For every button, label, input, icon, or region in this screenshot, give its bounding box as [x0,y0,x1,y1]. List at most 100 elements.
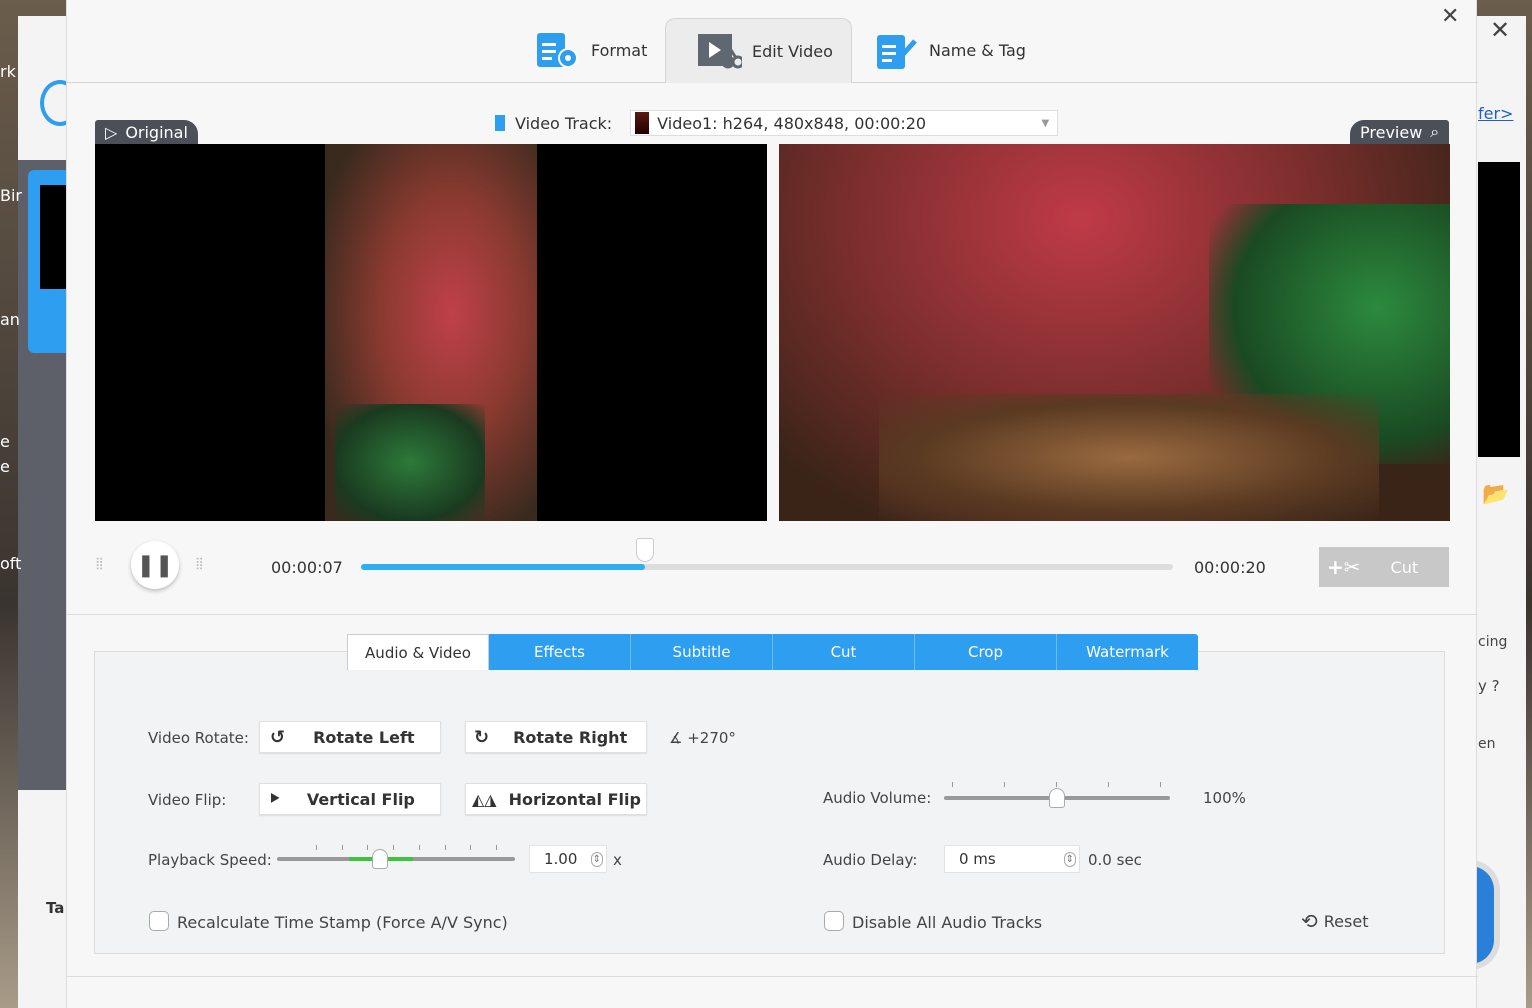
slider-tick [1108,782,1109,787]
audio-volume-label: Audio Volume: [823,789,932,807]
rotation-value: ∡ +270° [669,729,736,747]
cut-button[interactable]: +✂ Cut [1319,547,1449,587]
tab-name-tag[interactable]: Name & Tag [875,18,1026,83]
reset-label: Reset [1323,911,1369,931]
tab-watermark[interactable]: Watermark [1057,634,1198,670]
rotate-right-icon: ↻ [474,726,490,748]
video-rotate-label: Video Rotate: [148,729,249,747]
video-track-value: Video1: h264, 480x848, 00:00:20 [657,113,927,133]
tab-label: Subtitle [672,643,731,661]
divider [67,976,1478,977]
audio-delay-input[interactable]: 0 ms ⇕ [944,845,1080,873]
disable-audio-checkbox[interactable] [824,911,844,931]
slider-tick [393,845,395,850]
video-track-select[interactable]: Video1: h264, 480x848, 00:00:20 ▼ [630,110,1059,136]
speed-slider-handle[interactable] [372,849,388,869]
track-thumbnail [635,112,650,134]
tab-label: Name & Tag [929,41,1026,60]
bg-text: rk [0,62,16,81]
tab-label: Effects [534,643,585,661]
tab-crop[interactable]: Crop [915,634,1057,670]
seek-progress [361,564,646,570]
seek-handle[interactable] [636,538,655,562]
bg-text: Bir [0,186,22,205]
tab-cut[interactable]: Cut [773,634,915,670]
reset-history-icon: ⟲ [1301,909,1318,933]
playback-speed-input[interactable]: 1.00 ⇕ [529,845,607,873]
current-time: 00:00:07 [271,558,343,577]
bg-text: an [0,310,20,329]
spinner-icon[interactable]: ⇕ [590,851,603,867]
rotate-right-button[interactable]: ↻ Rotate Right [465,721,647,753]
audio-delay-label: Audio Delay: [823,851,918,869]
angle-icon: ∡ [669,729,688,747]
vertical-flip-button[interactable]: ⯈ Vertical Flip [259,783,441,815]
bg-text: e [0,432,10,451]
spinner-icon[interactable]: ⇕ [1063,851,1076,867]
speed-unit: x [613,851,622,869]
add-scissors-icon: +✂ [1327,555,1361,579]
bg-close-icon[interactable]: ✕ [1490,16,1510,44]
prev-frame-icon[interactable]: ⣿ [95,556,104,570]
horizontal-flip-icon: ◭◮ [472,789,497,809]
preview-label: Preview [1360,122,1423,142]
divider [67,614,1478,615]
edit-dialog: ✕ Format Edit Video Name & Tag Video Tra… [66,0,1478,1008]
search-icon: ⌕ [1430,122,1440,141]
button-label: Horizontal Flip [508,789,641,809]
tab-effects[interactable]: Effects [489,634,631,670]
recalc-timestamp-checkbox[interactable] [149,911,169,931]
video-track-label: Video Track: [515,113,613,133]
close-icon[interactable]: ✕ [1441,4,1459,29]
tab-subtitle[interactable]: Subtitle [631,634,773,670]
video-track-row: Video Track: Video1: h264, 480x848, 00:0… [495,110,1059,136]
disable-audio-label: Disable All Audio Tracks [852,913,1043,932]
background-thumbnail [28,170,66,353]
rotate-left-button[interactable]: ↺ Rotate Left [259,721,441,753]
total-time: 00:00:20 [1194,558,1266,577]
rotation-text: +270° [687,729,736,747]
button-label: Vertical Flip [306,789,415,809]
video-track-icon [495,115,505,131]
slider-tick [1056,782,1057,787]
audio-delay-value: 0 ms [959,850,996,868]
bg-text: e [0,457,10,476]
pause-button[interactable]: ❚❚ [131,541,179,589]
seek-bar[interactable] [361,564,1173,570]
slider-tick [496,845,497,850]
button-label: Rotate Left [313,727,415,747]
rotate-left-icon: ↺ [270,726,286,748]
tab-edit-video[interactable]: Edit Video [665,18,852,83]
slider-tick [1004,782,1005,787]
tab-label: Audio & Video [365,643,471,662]
reset-button[interactable]: ⟲ Reset [1301,909,1368,933]
vertical-flip-icon: ⯈ [268,789,281,808]
pause-icon: ❚❚ [136,552,174,578]
slider-tick [444,845,446,850]
edit-pen-icon [877,34,917,69]
playback-speed-slider[interactable] [277,857,515,861]
recalc-timestamp-label: Recalculate Time Stamp (Force A/V Sync) [177,913,508,932]
original-label: Original [125,122,188,142]
bg-text: Ta [46,899,65,917]
bg-text: y ? [1478,677,1500,695]
tab-label: Watermark [1086,643,1169,661]
tab-audio-video[interactable]: Audio & Video [347,634,489,670]
offer-link[interactable]: fer> [1478,104,1513,123]
slider-tick [316,845,317,850]
button-label: Rotate Right [513,727,628,747]
play-outline-icon: ▷ [105,122,118,142]
chevron-down-icon: ▼ [1041,117,1050,129]
slider-tick [367,845,369,850]
horizontal-flip-button[interactable]: ◭◮ Horizontal Flip [465,783,647,815]
tab-format[interactable]: Format [535,18,647,83]
preview-tag[interactable]: Preview ⌕ [1350,120,1450,144]
bg-text: cing [1478,634,1508,650]
tab-label: Edit Video [752,41,833,61]
folder-icon[interactable]: 📂 [1482,482,1509,507]
video-flip-label: Video Flip: [148,791,227,809]
next-frame-icon[interactable]: ⣿ [195,556,204,570]
volume-slider-handle[interactable] [1049,788,1065,808]
format-gear-icon [537,32,578,68]
slider-tick [952,782,953,787]
